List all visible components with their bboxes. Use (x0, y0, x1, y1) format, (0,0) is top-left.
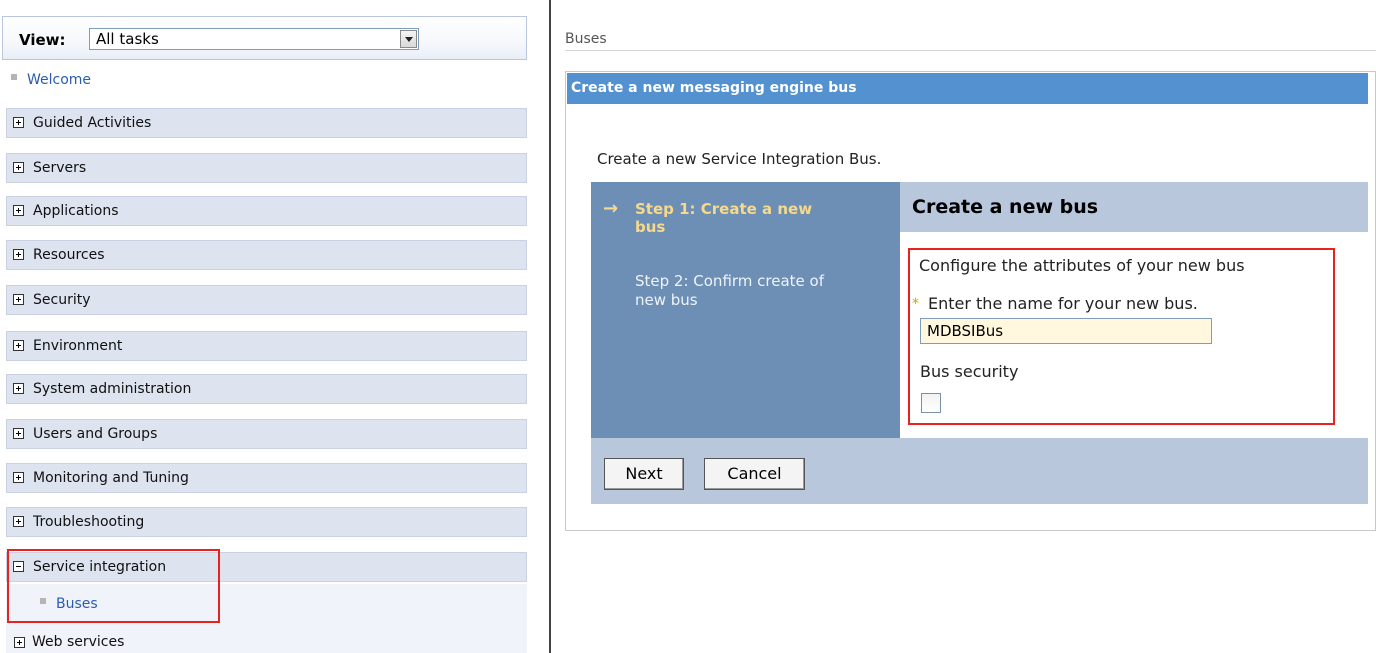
nav-item-label: Security (33, 292, 91, 308)
expand-plus-icon[interactable] (13, 516, 24, 527)
nav-item-troubleshooting[interactable]: Troubleshooting (6, 507, 527, 537)
next-button[interactable]: Next (604, 458, 684, 490)
nav-item-resources[interactable]: Resources (6, 240, 527, 270)
view-filter-bar: View: All tasks (2, 16, 527, 60)
nav-item-label: Resources (33, 247, 105, 263)
nav-item-label: Environment (33, 338, 123, 354)
wizard-step-current: Step 1: Create a new bus (635, 200, 813, 236)
intro-text: Create a new Service Integration Bus. (597, 150, 882, 168)
configure-text: Configure the attributes of your new bus (919, 256, 1245, 275)
bus-security-checkbox[interactable] (921, 393, 941, 413)
nav-item-monitoring-and-tuning[interactable]: Monitoring and Tuning (6, 463, 527, 493)
nav-item-label: Guided Activities (33, 115, 152, 131)
web-services-label: Web services (32, 634, 125, 650)
nav-item-label: Troubleshooting (33, 514, 145, 530)
nav-item-security[interactable]: Security (6, 285, 527, 315)
frame-divider (549, 0, 551, 653)
expand-plus-icon[interactable] (13, 205, 24, 216)
form-title: Create a new bus (900, 182, 1368, 232)
nav-item-servers[interactable]: Servers (6, 153, 527, 183)
bus-name-label: Enter the name for your new bus. (928, 294, 1198, 313)
button-bar: Next Cancel (591, 438, 1368, 504)
cancel-button[interactable]: Cancel (704, 458, 805, 490)
breadcrumb: Buses (565, 31, 607, 47)
nav-item-label: Servers (33, 160, 87, 176)
breadcrumb-divider (565, 50, 1376, 51)
welcome-label: Welcome (27, 72, 92, 88)
wizard-step-next: Step 2: Confirm create of new bus (635, 272, 825, 309)
nav-item-users-and-groups[interactable]: Users and Groups (6, 419, 527, 449)
expand-plus-icon[interactable] (13, 249, 24, 260)
nav-item-guided-activities[interactable]: Guided Activities (6, 108, 527, 138)
nav-item-applications[interactable]: Applications (6, 196, 527, 226)
expand-plus-icon[interactable] (13, 472, 24, 483)
required-icon: * (912, 296, 919, 312)
expand-plus-icon[interactable] (13, 162, 24, 173)
view-select[interactable]: All tasks (89, 28, 419, 50)
nav-item-environment[interactable]: Environment (6, 331, 527, 361)
bus-name-input[interactable] (920, 318, 1212, 344)
square-bullet-icon (11, 74, 17, 80)
nav-item-label: Monitoring and Tuning (33, 470, 189, 486)
nav-item-system-administration[interactable]: System administration (6, 374, 527, 404)
view-label: View: (19, 31, 66, 49)
nav-item-label: Users and Groups (33, 426, 158, 442)
expand-plus-icon[interactable] (13, 340, 24, 351)
nav-item-label: System administration (33, 381, 192, 397)
chevron-down-icon[interactable] (400, 30, 417, 48)
nav-link-welcome[interactable]: Welcome (11, 72, 91, 88)
wizard-steps: → Step 1: Create a new bus Step 2: Confi… (591, 182, 900, 438)
expand-plus-icon[interactable] (13, 383, 24, 394)
bus-security-label: Bus security (920, 362, 1019, 381)
nav-item-label: Applications (33, 203, 119, 219)
nav-item-web-services[interactable]: Web services (14, 634, 124, 650)
expand-plus-icon[interactable] (13, 428, 24, 439)
expand-plus-icon[interactable] (13, 117, 24, 128)
view-select-value: All tasks (96, 30, 159, 48)
expand-plus-icon[interactable] (14, 637, 25, 648)
highlight-box (7, 549, 220, 623)
panel-title: Create a new messaging engine bus (567, 73, 1368, 104)
expand-plus-icon[interactable] (13, 294, 24, 305)
arrow-right-icon: → (603, 198, 619, 219)
navigation-panel: View: All tasks Welcome Guided Activitie… (0, 0, 541, 653)
